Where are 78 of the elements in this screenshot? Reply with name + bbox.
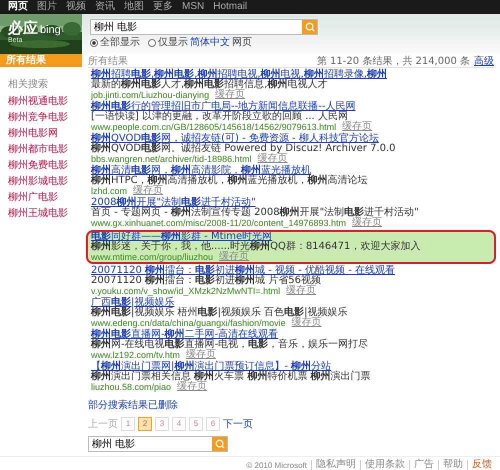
result-snippet: 柳州HTPC，柳州高清播放机，柳州蓝光播放机，柳州高清论坛 [91, 176, 369, 186]
cache-link[interactable]: 缓存页 [342, 122, 372, 132]
result-title-link[interactable]: 2008柳州开展"法制电影进千村活动" [91, 198, 491, 208]
page-number[interactable]: 6 [206, 417, 220, 431]
result-url: www.lz192.com/tv.htm [91, 350, 180, 360]
result-url: www.mtime.com/group/liuzhou [91, 252, 214, 262]
related-search-link[interactable]: 柳州竞争电影 [0, 111, 82, 125]
result-title-link[interactable]: 【柳州演出门票网|柳州演出门票预订信息】- 柳州分站 [91, 362, 491, 372]
result-title-link[interactable]: 柳州电影直播网-柳州二手网-高清在线观看 [91, 330, 491, 340]
result-url: job.jinti.com/Liuzhou-dianying [91, 90, 210, 100]
page-number[interactable]: 4 [172, 417, 186, 431]
result-count: 第 11-20 条结果，共 214,000 条 [316, 54, 470, 68]
nav-link[interactable]: 图片 [37, 0, 57, 14]
result-snippet: [一语快读] 以津的更融，改革开阶段立歌的回顾 ... 人民网 [91, 112, 348, 122]
cache-link[interactable]: 缓存页 [215, 90, 246, 100]
result-title-link[interactable]: 柳州高清电影网，柳州高清影院，柳州蓝光播放机 [91, 166, 491, 176]
result-snippet: 柳州电影|视频娱乐 梧州电影|视频娱乐 百色电影|视频娱乐 [91, 308, 348, 318]
logo-brand: bing [40, 24, 61, 36]
nav-link[interactable]: MSN [182, 0, 204, 14]
nav-link[interactable]: 资讯 [95, 0, 115, 14]
result-url: v.youku.com/v_show/id_XMzk2NzMwNTI=.html [91, 286, 280, 296]
footer-link[interactable]: 广告 [409, 460, 434, 470]
related-search-link[interactable]: 柳州视通电影 [0, 95, 82, 109]
page-number[interactable]: 2 [138, 417, 152, 431]
result-snippet: 柳州网-在线电视电影直播网-电视，电影，音乐，娱乐一网打尽 [91, 340, 370, 350]
result-snippet: 柳州QVOD电影网。诚招友链 Powered by Discuz! Archiver 7.0.0 [91, 144, 397, 154]
result-snippet: 最新的柳州电影人才,柳州电影招聘信息,柳州电视人才 [91, 80, 328, 90]
related-heading: 相关搜索 [7, 78, 49, 91]
result-title-link[interactable]: 柳州QVOD电影网，诚招友链(可) - 免费资源 - 柳人科技官方论坛 [91, 134, 491, 144]
related-search-link[interactable]: 柳州影城电影 [0, 175, 82, 189]
next-page-link[interactable]: 下一页 [223, 417, 253, 431]
related-search-link[interactable]: 柳州王城电影 [0, 207, 82, 221]
logo-name: 必应 [8, 20, 38, 37]
related-search-link[interactable]: 柳州都市电影 [0, 143, 82, 157]
related-search-link[interactable]: 柳州广电影 [0, 191, 82, 205]
cache-link[interactable]: 缓存页 [352, 218, 382, 228]
related-search-link[interactable]: 柳州免费电影 [0, 159, 82, 173]
result-url: liuzhou.58.com/piao [91, 382, 172, 392]
cache-link[interactable]: 缓存页 [258, 154, 288, 164]
footer-link[interactable]: 隐私声明 [311, 460, 356, 470]
result-snippet: 首页 - 专题网页 - 柳州法制宣传专题 2008柳州开展"法制电影进千村活动" [91, 208, 420, 218]
cache-link[interactable]: 缓存页 [133, 186, 164, 196]
radio-button[interactable] [148, 38, 156, 46]
result-url: bbs.wangren.net/archiver/tid-18986.html [91, 154, 252, 164]
result-url: www.people.com.cn/GB/128605/145618/14562/9079613.html [91, 122, 336, 132]
result-snippet: 柳州影迷，关于你，我，他......时光柳州QQ群：8146471，欢迎大家加入 [91, 242, 422, 252]
option-label: 全部显示 [100, 37, 140, 48]
result-title-link[interactable]: 广西电影|视频娱乐 [91, 298, 491, 308]
cache-link[interactable]: 缓存页 [177, 382, 208, 392]
removed-results-link[interactable]: 部分搜索结果已删除 [88, 398, 178, 412]
cache-link[interactable]: 缓存页 [286, 286, 316, 296]
footer-link[interactable]: 帮助 [438, 460, 463, 470]
result-snippet: 柳州演出门票相关信息 柳州火车票 柳州特价机票 柳州演出门票 [91, 372, 372, 382]
result-title-link[interactable]: 20071120 柳州擂台：电影初进柳州城 - 视频 - 优酷视频 - 在线观看 [91, 266, 491, 276]
results-heading: 所有结果 [88, 54, 128, 68]
nav-link[interactable]: 地图 [124, 0, 144, 14]
cache-link[interactable]: 缓存页 [292, 318, 322, 328]
nav-link[interactable]: 视频 [66, 0, 86, 14]
result-snippet: 20071120 柳州擂台：电影初进柳州城 片省56视频 [91, 276, 322, 286]
option-label: 网页 [232, 37, 252, 48]
option-label: 仅显示 [158, 37, 188, 48]
nav-link[interactable]: Hotmail [213, 0, 248, 14]
result-title-link[interactable]: 柳州电影行的管理招旧市广电局--地方新闻信息联播--人民网 [91, 102, 491, 112]
related-search-link[interactable]: 柳州电影网 [0, 127, 82, 141]
nav-link[interactable]: 网页 [8, 0, 28, 14]
footer-link[interactable]: 使用条款 [360, 460, 405, 470]
nav-link[interactable]: 更多 [153, 0, 173, 14]
language-link[interactable]: 简体中文 [190, 37, 230, 48]
result-title-link[interactable]: 柳州招聘电影,柳州电影,柳州招聘电视,柳州电视,柳州招聘录像,柳州 [91, 70, 491, 80]
page-number[interactable]: 1 [121, 417, 135, 431]
result-url: www.edeng.cn/data/china/guangxi/fashion/movie [91, 318, 286, 328]
result-url: www.gx.xinhuanet.com/misc/2008-11/20/content_14976893.htm [91, 218, 346, 228]
result-url: lzhd.com [91, 186, 128, 196]
cache-link[interactable]: 缓存页 [186, 350, 216, 360]
footer-link[interactable]: 反馈 [467, 460, 492, 470]
copyright: © 2010 Microsoft [246, 460, 307, 470]
advanced-link[interactable]: 高级 [474, 54, 494, 68]
radio-button[interactable] [90, 38, 98, 46]
